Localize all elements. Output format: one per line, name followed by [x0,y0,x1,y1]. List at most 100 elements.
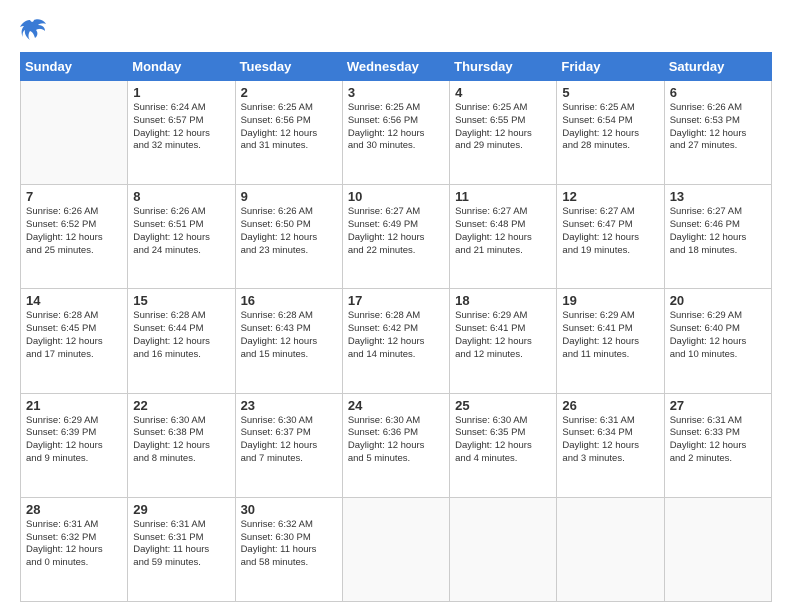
header [20,16,772,44]
logo-icon [20,16,48,44]
day-number: 12 [562,189,658,204]
day-info: Sunrise: 6:26 AM Sunset: 6:53 PM Dayligh… [670,102,766,153]
day-number: 2 [241,85,337,100]
day-info: Sunrise: 6:31 AM Sunset: 6:34 PM Dayligh… [562,415,658,466]
calendar-cell: 7Sunrise: 6:26 AM Sunset: 6:52 PM Daylig… [21,185,128,289]
day-info: Sunrise: 6:29 AM Sunset: 6:40 PM Dayligh… [670,310,766,361]
calendar-cell: 14Sunrise: 6:28 AM Sunset: 6:45 PM Dayli… [21,289,128,393]
day-info: Sunrise: 6:24 AM Sunset: 6:57 PM Dayligh… [133,102,229,153]
day-info: Sunrise: 6:31 AM Sunset: 6:32 PM Dayligh… [26,519,122,570]
calendar-cell: 8 Sunrise: 6:26 AM Sunset: 6:51 PM Daylig… [128,185,235,289]
day-number: 7 [26,189,122,204]
weekday-header-row: SundayMondayTuesdayWednesdayThursdayFrid… [21,53,772,81]
weekday-header-monday: Monday [128,53,235,81]
calendar-cell: 18 Sunrise: 6:29 AM Sunset: 6:41 PM Dayli… [450,289,557,393]
calendar-cell: 19 Sunrise: 6:29 AM Sunset: 6:41 PM Dayli… [557,289,664,393]
day-number: 29 [133,502,229,517]
day-number: 23 [241,398,337,413]
day-number: 22 [133,398,229,413]
day-number: 18 [455,293,551,308]
day-info: Sunrise: 6:26 AM Sunset: 6:50 PM Dayligh… [241,206,337,257]
day-info: Sunrise: 6:29 AM Sunset: 6:41 PM Dayligh… [455,310,551,361]
day-number: 16 [241,293,337,308]
day-number: 17 [348,293,444,308]
day-number: 3 [348,85,444,100]
day-info: Sunrise: 6:30 AM Sunset: 6:35 PM Dayligh… [455,415,551,466]
day-info: Sunrise: 6:25 AM Sunset: 6:55 PM Dayligh… [455,102,551,153]
day-number: 24 [348,398,444,413]
calendar-cell: 23 Sunrise: 6:30 AM Sunset: 6:37 PM Dayli… [235,393,342,497]
day-info: Sunrise: 6:25 AM Sunset: 6:54 PM Dayligh… [562,102,658,153]
day-info: Sunrise: 6:30 AM Sunset: 6:38 PM Dayligh… [133,415,229,466]
week-row-4: 21Sunrise: 6:29 AM Sunset: 6:39 PM Dayli… [21,393,772,497]
weekday-header-thursday: Thursday [450,53,557,81]
day-info: Sunrise: 6:30 AM Sunset: 6:37 PM Dayligh… [241,415,337,466]
calendar-cell: 15 Sunrise: 6:28 AM Sunset: 6:44 PM Dayli… [128,289,235,393]
day-number: 27 [670,398,766,413]
day-info: Sunrise: 6:30 AM Sunset: 6:36 PM Dayligh… [348,415,444,466]
calendar-cell: 5 Sunrise: 6:25 AM Sunset: 6:54 PM Daylig… [557,81,664,185]
day-number: 28 [26,502,122,517]
day-number: 6 [670,85,766,100]
day-info: Sunrise: 6:31 AM Sunset: 6:31 PM Dayligh… [133,519,229,570]
week-row-5: 28 Sunrise: 6:31 AM Sunset: 6:32 PM Dayli… [21,497,772,601]
weekday-header-tuesday: Tuesday [235,53,342,81]
day-info: Sunrise: 6:28 AM Sunset: 6:44 PM Dayligh… [133,310,229,361]
calendar-cell: 13Sunrise: 6:27 AM Sunset: 6:46 PM Dayli… [664,185,771,289]
day-info: Sunrise: 6:27 AM Sunset: 6:48 PM Dayligh… [455,206,551,257]
day-number: 11 [455,189,551,204]
calendar-cell: 20 Sunrise: 6:29 AM Sunset: 6:40 PM Dayli… [664,289,771,393]
weekday-header-sunday: Sunday [21,53,128,81]
logo [20,16,52,44]
day-number: 26 [562,398,658,413]
day-info: Sunrise: 6:28 AM Sunset: 6:43 PM Dayligh… [241,310,337,361]
day-number: 13 [670,189,766,204]
day-number: 8 [133,189,229,204]
day-number: 30 [241,502,337,517]
day-info: Sunrise: 6:28 AM Sunset: 6:42 PM Dayligh… [348,310,444,361]
calendar-cell: 26 Sunrise: 6:31 AM Sunset: 6:34 PM Dayli… [557,393,664,497]
day-number: 15 [133,293,229,308]
calendar-cell: 10 Sunrise: 6:27 AM Sunset: 6:49 PM Dayli… [342,185,449,289]
day-info: Sunrise: 6:32 AM Sunset: 6:30 PM Dayligh… [241,519,337,570]
week-row-3: 14Sunrise: 6:28 AM Sunset: 6:45 PM Dayli… [21,289,772,393]
week-row-2: 7Sunrise: 6:26 AM Sunset: 6:52 PM Daylig… [21,185,772,289]
calendar-cell: 4 Sunrise: 6:25 AM Sunset: 6:55 PM Daylig… [450,81,557,185]
calendar-cell: 29 Sunrise: 6:31 AM Sunset: 6:31 PM Dayli… [128,497,235,601]
day-info: Sunrise: 6:28 AM Sunset: 6:45 PM Dayligh… [26,310,122,361]
day-info: Sunrise: 6:29 AM Sunset: 6:39 PM Dayligh… [26,415,122,466]
day-info: Sunrise: 6:29 AM Sunset: 6:41 PM Dayligh… [562,310,658,361]
calendar-cell: 2Sunrise: 6:25 AM Sunset: 6:56 PM Daylig… [235,81,342,185]
calendar-cell: 25 Sunrise: 6:30 AM Sunset: 6:35 PM Dayli… [450,393,557,497]
day-info: Sunrise: 6:26 AM Sunset: 6:51 PM Dayligh… [133,206,229,257]
calendar-cell: 24 Sunrise: 6:30 AM Sunset: 6:36 PM Dayli… [342,393,449,497]
calendar-cell: 11 Sunrise: 6:27 AM Sunset: 6:48 PM Dayli… [450,185,557,289]
day-info: Sunrise: 6:27 AM Sunset: 6:47 PM Dayligh… [562,206,658,257]
calendar-cell [557,497,664,601]
day-number: 25 [455,398,551,413]
day-number: 9 [241,189,337,204]
day-number: 20 [670,293,766,308]
day-number: 5 [562,85,658,100]
day-number: 4 [455,85,551,100]
calendar-cell: 21Sunrise: 6:29 AM Sunset: 6:39 PM Dayli… [21,393,128,497]
calendar-cell: 30 Sunrise: 6:32 AM Sunset: 6:30 PM Dayli… [235,497,342,601]
day-number: 10 [348,189,444,204]
calendar-table: SundayMondayTuesdayWednesdayThursdayFrid… [20,52,772,602]
day-number: 19 [562,293,658,308]
weekday-header-wednesday: Wednesday [342,53,449,81]
calendar-cell: 16 Sunrise: 6:28 AM Sunset: 6:43 PM Dayli… [235,289,342,393]
week-row-1: 1Sunrise: 6:24 AM Sunset: 6:57 PM Daylig… [21,81,772,185]
calendar-cell: 17 Sunrise: 6:28 AM Sunset: 6:42 PM Dayli… [342,289,449,393]
calendar-cell: 28 Sunrise: 6:31 AM Sunset: 6:32 PM Dayli… [21,497,128,601]
weekday-header-friday: Friday [557,53,664,81]
day-info: Sunrise: 6:31 AM Sunset: 6:33 PM Dayligh… [670,415,766,466]
page: SundayMondayTuesdayWednesdayThursdayFrid… [0,0,792,612]
calendar-cell [450,497,557,601]
calendar-cell: 1Sunrise: 6:24 AM Sunset: 6:57 PM Daylig… [128,81,235,185]
day-info: Sunrise: 6:27 AM Sunset: 6:49 PM Dayligh… [348,206,444,257]
calendar-cell [664,497,771,601]
calendar-cell: 9 Sunrise: 6:26 AM Sunset: 6:50 PM Daylig… [235,185,342,289]
calendar-cell: 12 Sunrise: 6:27 AM Sunset: 6:47 PM Dayli… [557,185,664,289]
day-info: Sunrise: 6:25 AM Sunset: 6:56 PM Dayligh… [348,102,444,153]
